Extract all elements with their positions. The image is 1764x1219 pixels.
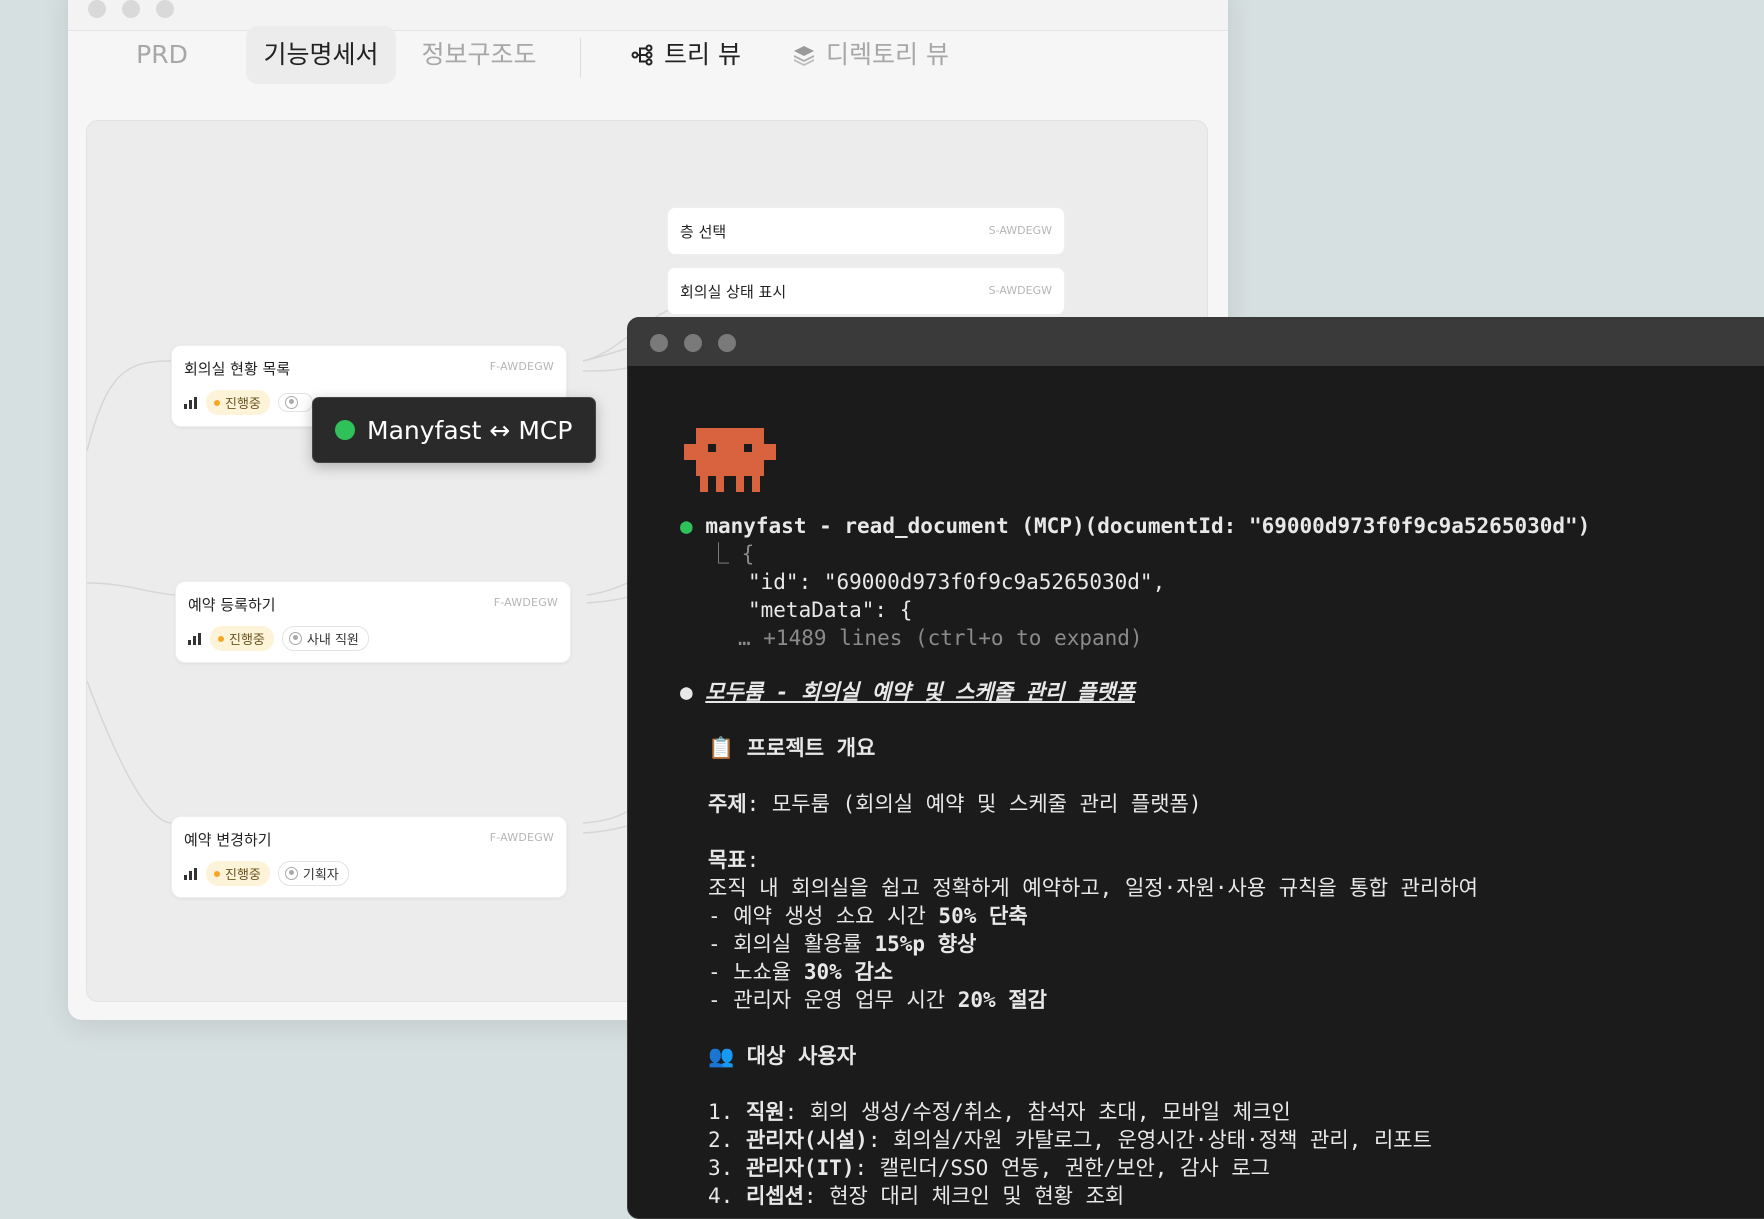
goal-item: - 예약 생성 소요 시간 50% 단축 (708, 902, 1028, 930)
tool-call-text: manyfast - read_document (MCP)(documentI… (705, 514, 1591, 538)
node-title: 회의실 현황 목록 (184, 360, 291, 378)
side-node-title: 회의실 상태 표시 (680, 283, 787, 301)
user-item: 4. 리셉션: 현장 대리 체크인 및 현황 조회 (708, 1182, 1124, 1210)
mcp-badge-label: Manyfast ↔ MCP (367, 415, 573, 445)
result-open: ⎿ { (708, 542, 755, 566)
terminal-window[interactable]: ● manyfast - read_document (MCP)(documen… (627, 317, 1764, 1219)
user-icon (284, 396, 298, 409)
feature-node[interactable]: 예약 등록하기 F-AWDEGW 진행중 사내 직원 (175, 581, 571, 663)
result-meta: "metaData": { (748, 598, 913, 622)
terminal-zoom-dot[interactable] (718, 334, 736, 352)
user-item-role: 관리자(IT) (745, 1156, 855, 1180)
side-node-code: S-AWDEGW (988, 224, 1052, 237)
tree-view-label: 트리 뷰 (664, 40, 741, 69)
tree-view-button[interactable]: 트리 뷰 (630, 26, 741, 84)
user-item-role: 관리자(시설) (745, 1128, 868, 1152)
status-badge[interactable]: 진행중 (210, 626, 274, 651)
overview-heading: 📋 프로젝트 개요 (708, 736, 876, 760)
priority-bars-icon (184, 867, 198, 880)
side-node-code: S-AWDEGW (988, 284, 1052, 297)
user-item-desc: : 회의 생성/수정/취소, 참석자 초대, 모바일 체크인 (784, 1100, 1291, 1124)
node-title: 예약 등록하기 (188, 596, 276, 614)
user-item-desc: : 회의실/자원 카탈로그, 운영시간·상태·정책 관리, 리포트 (867, 1128, 1432, 1152)
status-badge[interactable]: 진행중 (206, 861, 270, 886)
tree-icon (630, 43, 654, 67)
claude-mascot-icon (684, 428, 776, 492)
directory-view-label: 디렉토리 뷰 (826, 40, 949, 69)
side-node[interactable]: 회의실 상태 표시 S-AWDEGW (667, 267, 1065, 315)
priority-bars-icon (184, 396, 198, 409)
doc-title-line: ● 모두룸 - 회의실 예약 및 스케줄 관리 플랫폼 (680, 680, 1135, 704)
goal-item-prefix: - 회의실 활용률 (708, 932, 875, 956)
terminal-close-dot[interactable] (650, 334, 668, 352)
goal-label: 목표 (708, 848, 747, 872)
doc-tab-bar: PRD 기능명세서 정보구조도 트리 뷰 디렉토리 뷰 (68, 26, 1228, 88)
status-badge[interactable]: 진행중 (206, 390, 270, 415)
assignee-badge[interactable]: 사내 직원 (281, 626, 369, 651)
goal-item-strong: 20% 절감 (957, 988, 1047, 1012)
user-icon (284, 867, 298, 880)
layers-icon (792, 43, 816, 67)
user-item: 2. 관리자(시설): 회의실/자원 카탈로그, 운영시간·상태·정책 관리, … (708, 1126, 1432, 1154)
user-item: 3. 관리자(IT): 캘린더/SSO 연동, 권한/보안, 감사 로그 (708, 1154, 1270, 1182)
tool-status-dot: ● (680, 514, 693, 538)
side-node[interactable]: 층 선택 S-AWDEGW (667, 207, 1065, 255)
window-close-dot[interactable] (88, 0, 106, 18)
user-item-num: 3. (708, 1156, 746, 1180)
doc-title: 모두룸 - 회의실 예약 및 스케줄 관리 플랫폼 (705, 680, 1135, 704)
connected-status-dot (335, 420, 355, 440)
tab-divider (580, 38, 581, 78)
tab-prd[interactable]: PRD (112, 26, 212, 84)
feature-node[interactable]: 예약 변경하기 F-AWDEGW 진행중 기획자 (171, 816, 567, 898)
goal-item: - 회의실 활용률 15%p 향상 (708, 930, 976, 958)
goal-item-strong: 15%p 향상 (874, 932, 977, 956)
goal-item: - 관리자 운영 업무 시간 20% 절감 (708, 986, 1047, 1014)
user-item-num: 1. (708, 1100, 746, 1124)
tab-spec[interactable]: 기능명세서 (246, 26, 396, 84)
terminal-minimize-dot[interactable] (684, 334, 702, 352)
terminal-titlebar (628, 318, 1764, 366)
user-icon (288, 632, 302, 645)
user-item-desc: : 캘린더/SSO 연동, 권한/보안, 감사 로그 (854, 1156, 1271, 1180)
expand-hint[interactable]: … +1489 lines (ctrl+o to expand) (738, 624, 1143, 652)
subject-line: 주제: 모두룸 (회의실 예약 및 스케줄 관리 플랫폼) (708, 790, 1202, 818)
mcp-connection-badge: Manyfast ↔ MCP (312, 397, 596, 463)
goal-item: - 노쇼율 30% 감소 (708, 958, 893, 986)
goal-item-prefix: - 관리자 운영 업무 시간 (708, 988, 958, 1012)
node-code: F-AWDEGW (489, 831, 554, 844)
priority-bars-icon (188, 632, 202, 645)
window-zoom-dot[interactable] (156, 0, 174, 18)
node-meta: 진행중 (184, 390, 313, 415)
goal-description: 조직 내 회의실을 쉽고 정확하게 예약하고, 일정·자원·사용 규칙을 통합 … (708, 876, 1478, 900)
assignee-label: 기획자 (302, 868, 339, 883)
subject-value: : 모두룸 (회의실 예약 및 스케줄 관리 플랫폼) (746, 792, 1202, 816)
user-item: 1. 직원: 회의 생성/수정/취소, 참석자 초대, 모바일 체크인 (708, 1098, 1291, 1126)
node-code: F-AWDEGW (489, 360, 554, 373)
result-id: "id": "69000d973f0f9c9a5265030d", (748, 570, 1166, 594)
side-node-title: 층 선택 (680, 223, 727, 241)
user-item-role: 직원 (745, 1100, 785, 1124)
goal-item-prefix: - 노쇼율 (708, 960, 804, 984)
assignee-badge[interactable] (277, 393, 313, 412)
node-code: F-AWDEGW (493, 596, 558, 609)
subject-label: 주제 (708, 792, 747, 816)
assignee-badge[interactable]: 기획자 (277, 861, 349, 886)
tool-call-line: ● manyfast - read_document (MCP)(documen… (680, 512, 1590, 540)
assignee-label: 사내 직원 (306, 633, 359, 648)
directory-view-button[interactable]: 디렉토리 뷰 (792, 26, 949, 84)
users-heading: 👥 대상 사용자 (708, 1044, 857, 1068)
goal-item-strong: 50% 단축 (938, 904, 1028, 928)
node-meta: 진행중 기획자 (184, 861, 349, 886)
user-item-num: 2. (708, 1128, 746, 1152)
goal-label-line: 목표: (708, 846, 759, 874)
tab-ia[interactable]: 정보구조도 (404, 26, 554, 84)
window-minimize-dot[interactable] (122, 0, 140, 18)
goal-item-strong: 30% 감소 (803, 960, 894, 984)
goal-item-prefix: - 예약 생성 소요 시간 (708, 904, 939, 928)
node-meta: 진행중 사내 직원 (188, 626, 369, 651)
node-title: 예약 변경하기 (184, 831, 272, 849)
goal-colon: : (746, 848, 760, 872)
